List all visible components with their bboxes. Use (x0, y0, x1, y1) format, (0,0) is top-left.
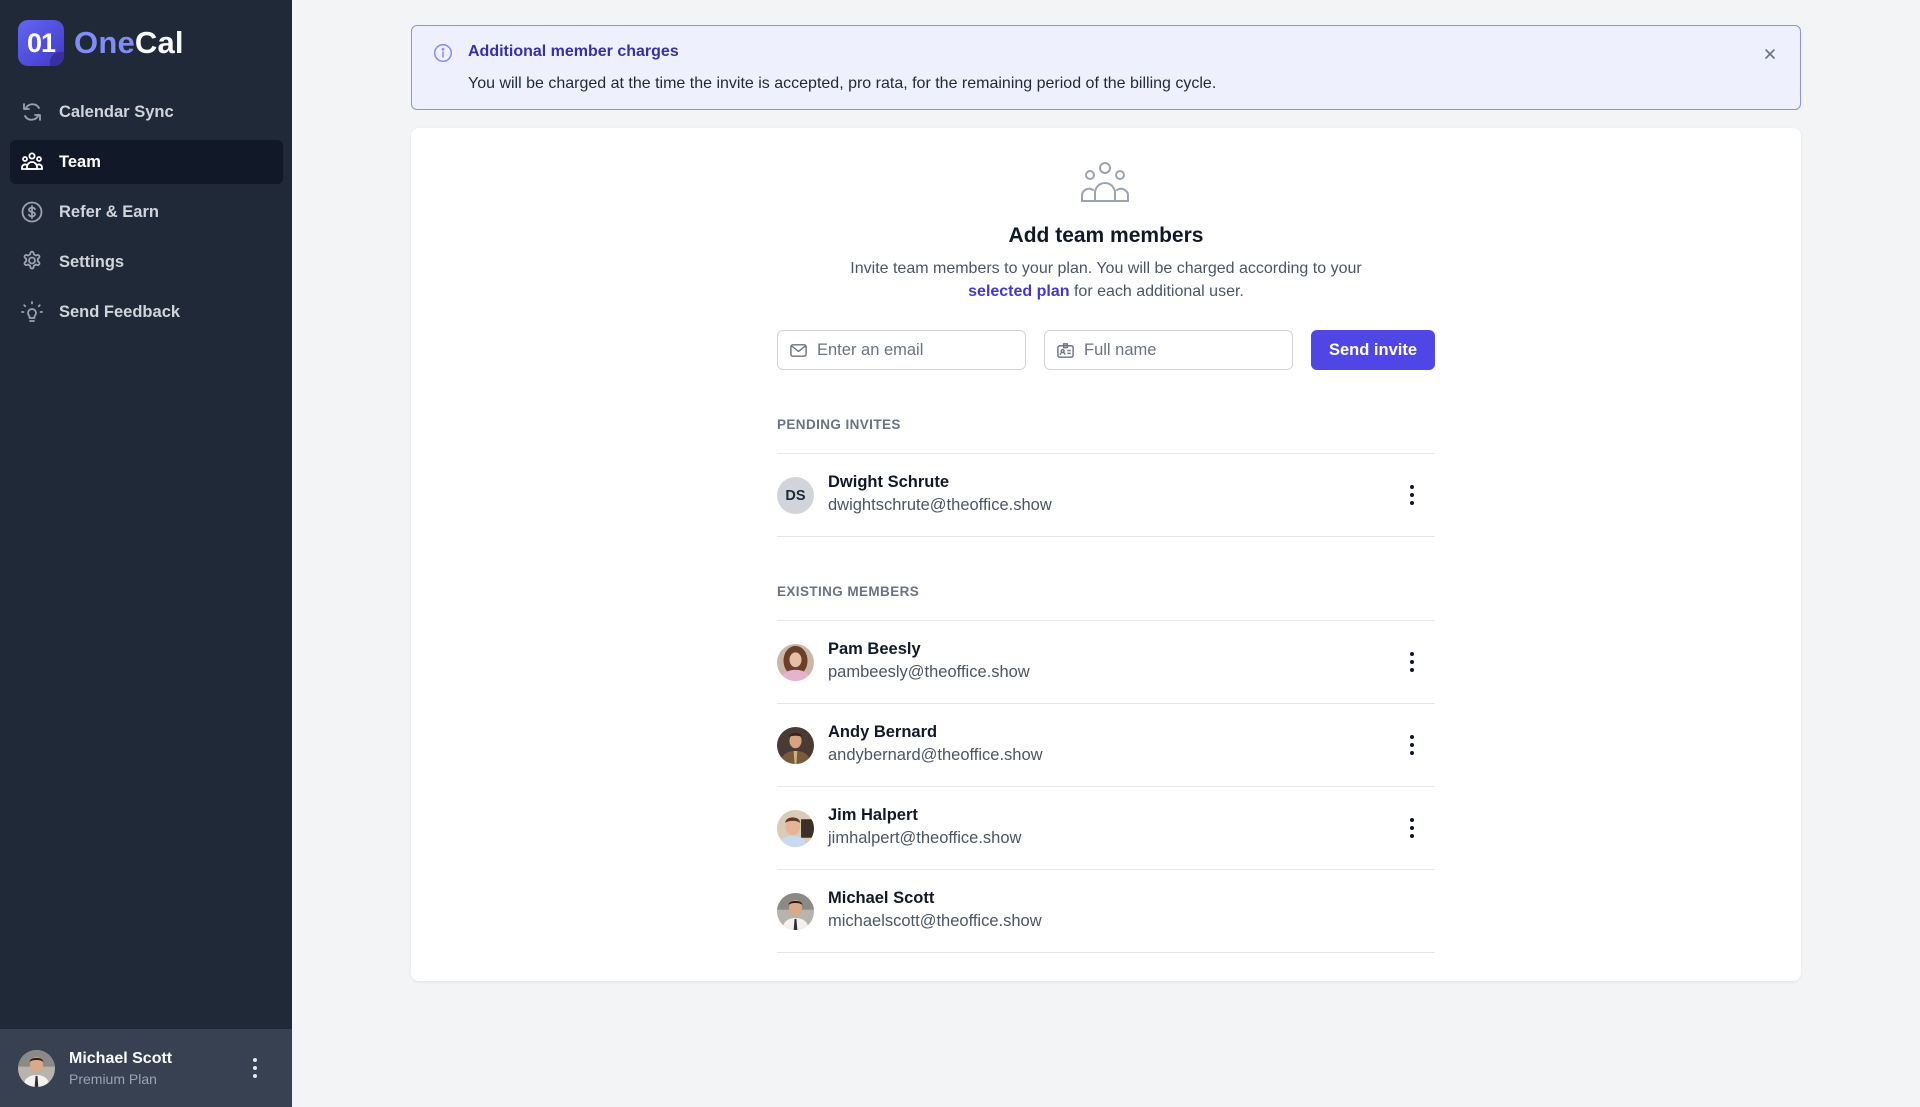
gear-icon (20, 250, 44, 274)
users-icon (20, 150, 44, 174)
refresh-icon (20, 100, 44, 124)
member-name: Jim Halpert (828, 806, 918, 824)
user-info: Michael Scott Premium Plan (69, 1050, 172, 1087)
pending-invite-row: DS Dwight Schrute dwightschrute@theoffic… (777, 454, 1435, 537)
user-avatar (18, 1049, 55, 1087)
more-options-button[interactable] (1405, 815, 1419, 841)
user-menu-button[interactable] (248, 1055, 262, 1081)
more-options-button[interactable] (1405, 482, 1419, 508)
banner-text: You will be charged at the time the invi… (468, 75, 1217, 92)
sidebar-item-label: Send Feedback (59, 302, 181, 321)
send-invite-button[interactable]: Send invite (1311, 330, 1435, 370)
sidebar-item-label: Team (59, 152, 101, 171)
dot (1410, 501, 1414, 505)
dollar-icon (20, 200, 44, 224)
card-description: Invite team members to your plan. You wi… (411, 257, 1801, 303)
dot (253, 1074, 257, 1078)
member-email: jimhalpert@theoffice.show (828, 829, 1022, 847)
sidebar-item-label: Refer & Earn (59, 202, 159, 221)
email-input[interactable] (817, 340, 1025, 360)
dot (1410, 668, 1414, 672)
pending-invites-label: PENDING INVITES (777, 417, 901, 432)
avatar (777, 810, 814, 847)
invite-email: dwightschrute@theoffice.show (828, 496, 1052, 514)
divider (777, 536, 1435, 537)
info-icon (433, 43, 453, 63)
description-text: Invite team members to your plan. You wi… (850, 260, 1362, 277)
member-name: Andy Bernard (828, 723, 938, 741)
member-row: Jim Halpert jimhalpert@theoffice.show (777, 787, 1435, 870)
divider (777, 952, 1435, 953)
description-text: for each additional user. (1073, 283, 1244, 300)
sidebar-nav: Calendar Sync Team Refer & Earn Settings… (10, 90, 283, 340)
card-title: Add team members (1008, 224, 1204, 247)
logo-text-primary: One (74, 25, 135, 60)
avatar: DS (777, 477, 814, 514)
more-options-button[interactable] (1405, 732, 1419, 758)
full-name-input[interactable] (1084, 340, 1292, 360)
dot (1410, 826, 1414, 830)
logo-text: OneCal (74, 25, 184, 61)
member-email: andybernard@theoffice.show (828, 746, 1043, 764)
member-row: Pam Beesly pambeesly@theoffice.show (777, 621, 1435, 704)
dot (1410, 660, 1414, 664)
avatar (777, 727, 814, 764)
avatar (777, 893, 814, 930)
member-name: Pam Beesly (828, 640, 921, 658)
selected-plan-link[interactable]: selected plan (968, 283, 1069, 300)
sidebar-item-send-feedback[interactable]: Send Feedback (10, 290, 283, 334)
id-card-icon (1056, 341, 1075, 360)
member-email: pambeesly@theoffice.show (828, 663, 1030, 681)
lightbulb-icon (20, 300, 44, 324)
dot (1410, 834, 1414, 838)
info-banner: Additional member charges You will be ch… (411, 25, 1801, 110)
more-options-button[interactable] (1405, 649, 1419, 675)
dot (1410, 751, 1414, 755)
sidebar-item-calendar-sync[interactable]: Calendar Sync (10, 90, 283, 134)
app-logo[interactable]: 01 OneCal (18, 20, 184, 66)
existing-members-label: EXISTING MEMBERS (777, 584, 920, 599)
member-row: Michael Scott michaelscott@theoffice.sho… (777, 870, 1435, 953)
dot (1410, 485, 1414, 489)
user-name: Michael Scott (69, 1049, 173, 1067)
user-plan: Premium Plan (69, 1070, 157, 1087)
sidebar-item-label: Calendar Sync (59, 102, 174, 121)
dot (1410, 493, 1414, 497)
dot (253, 1058, 257, 1062)
dot (1410, 818, 1414, 822)
dot (1410, 652, 1414, 656)
close-icon[interactable] (1760, 44, 1780, 64)
sidebar-item-team[interactable]: Team (10, 140, 283, 184)
sidebar-item-refer-earn[interactable]: Refer & Earn (10, 190, 283, 234)
member-name: Michael Scott (828, 889, 935, 907)
member-row: Andy Bernard andybernard@theoffice.show (777, 704, 1435, 787)
user-profile[interactable]: Michael Scott Premium Plan (0, 1029, 292, 1107)
dot (253, 1066, 257, 1070)
invite-name: Dwight Schrute (828, 473, 950, 491)
team-card: Add team members Invite team members to … (411, 128, 1801, 981)
mail-icon (789, 341, 808, 360)
logo-text-secondary: Cal (134, 25, 184, 60)
dot (1410, 735, 1414, 739)
avatar (777, 644, 814, 681)
sidebar-item-label: Settings (59, 252, 125, 271)
dot (1410, 743, 1414, 747)
sidebar-item-settings[interactable]: Settings (10, 240, 283, 284)
member-email: michaelscott@theoffice.show (828, 912, 1042, 930)
email-field[interactable] (777, 330, 1026, 370)
banner-title: Additional member charges (468, 43, 679, 60)
logo-mark: 01 (18, 20, 64, 66)
name-field[interactable] (1044, 330, 1293, 370)
team-icon (1080, 161, 1130, 203)
sidebar: 01 OneCal Calendar Sync Team Refer & Ear… (0, 0, 292, 1107)
